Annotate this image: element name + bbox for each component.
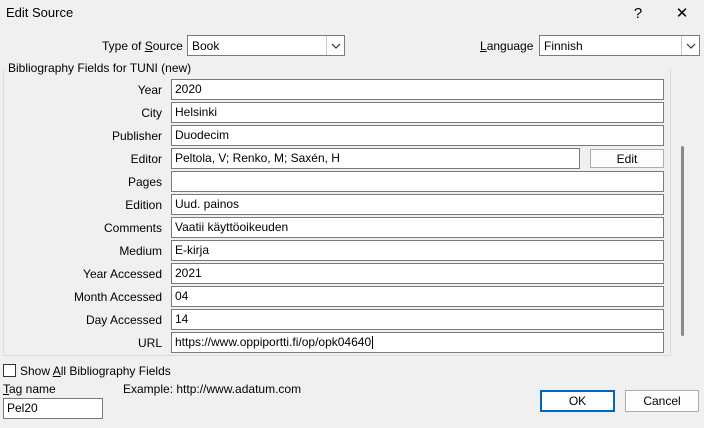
edit-editor-button[interactable]: Edit [590,149,664,168]
group-title: Bibliography Fields for TUNI (new) [8,61,194,75]
tag-name-value: Pel20 [7,401,38,415]
city-value: Helsinki [175,105,218,119]
pages-label: Pages [127,175,162,189]
cancel-button-label: Cancel [643,394,681,408]
tag-name-label: Tag name [3,382,56,396]
language-label: Language [480,39,534,53]
year-accessed-value: 2021 [175,266,202,280]
show-all-fields-checkbox[interactable] [3,364,16,377]
dialog-title: Edit Source [6,5,74,20]
comments-label: Comments [103,221,162,235]
type-of-source-dropdown[interactable]: Book [187,35,345,56]
year-accessed-label: Year Accessed [83,267,162,281]
pages-input[interactable] [171,171,664,192]
tag-name-input[interactable]: Pel20 [3,398,103,419]
chevron-down-icon [326,36,344,55]
medium-value: E-kirja [175,243,210,257]
month-accessed-label: Month Accessed [73,290,162,304]
language-value: Finnish [544,39,583,53]
type-of-source-value: Book [192,39,220,53]
city-input[interactable]: Helsinki [171,102,664,123]
publisher-value: Duodecim [175,128,230,142]
year-accessed-input[interactable]: 2021 [171,263,664,284]
close-icon: ✕ [675,5,689,22]
language-dropdown[interactable]: Finnish [539,35,700,56]
year-value: 2020 [175,82,202,96]
example-text: Example: http://www.adatum.com [123,382,302,396]
scrollbar-thumb[interactable] [681,146,684,336]
editor-label: Editor [130,152,162,166]
month-accessed-value: 04 [175,289,189,303]
edit-editor-button-label: Edit [616,151,638,166]
day-accessed-input[interactable]: 14 [171,309,664,330]
url-label: URL [137,336,162,350]
edition-input[interactable]: Uud. painos [171,194,664,215]
medium-input[interactable]: E-kirja [171,240,664,261]
edition-value: Uud. painos [175,197,240,211]
comments-value: Vaatii käyttöoikeuden [175,220,289,234]
url-input[interactable]: https://www.oppiportti.fi/op/opk04640 [171,332,664,353]
close-button[interactable]: ✕ [667,2,697,24]
text-cursor [372,336,374,350]
chevron-down-icon [681,36,699,55]
url-value: https://www.oppiportti.fi/op/opk04640 [175,335,372,349]
help-icon: ? [633,4,643,22]
comments-input[interactable]: Vaatii käyttöoikeuden [171,217,664,238]
month-accessed-input[interactable]: 04 [171,286,664,307]
type-of-source-label: Type of Source [102,39,183,53]
show-all-fields-label[interactable]: Show All Bibliography Fields [20,364,171,378]
editor-input[interactable]: Peltola, V; Renko, M; Saxén, H [171,148,580,169]
medium-label: Medium [119,244,162,258]
day-accessed-value: 14 [175,312,189,326]
publisher-label: Publisher [111,129,162,143]
ok-button-label: OK [568,394,587,408]
city-label: City [141,106,162,120]
help-button[interactable]: ? [623,2,653,24]
year-input[interactable]: 2020 [171,79,664,100]
ok-button[interactable]: OK [540,390,615,412]
cancel-button[interactable]: Cancel [625,390,699,412]
publisher-input[interactable]: Duodecim [171,125,664,146]
editor-value: Peltola, V; Renko, M; Saxén, H [175,151,340,165]
edition-label: Edition [125,198,162,212]
day-accessed-label: Day Accessed [85,313,162,327]
year-label: Year [137,83,162,97]
title-bar: Edit Source ? ✕ [0,0,704,26]
